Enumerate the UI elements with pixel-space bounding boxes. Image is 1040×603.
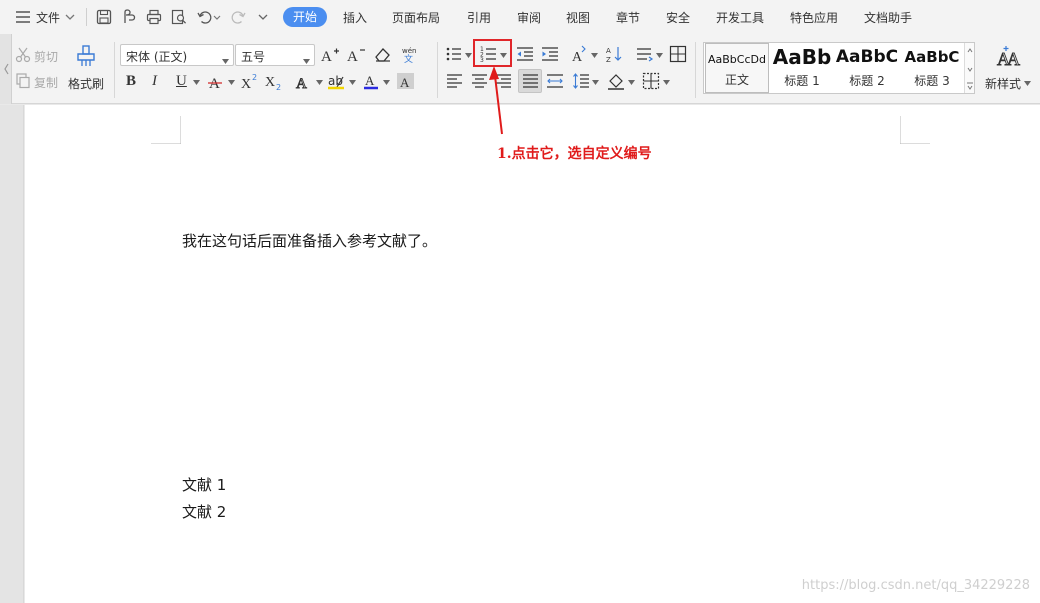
annotation-label: 1.点击它，选自定义编号 <box>497 146 652 162</box>
annotation-arrow <box>489 66 503 135</box>
